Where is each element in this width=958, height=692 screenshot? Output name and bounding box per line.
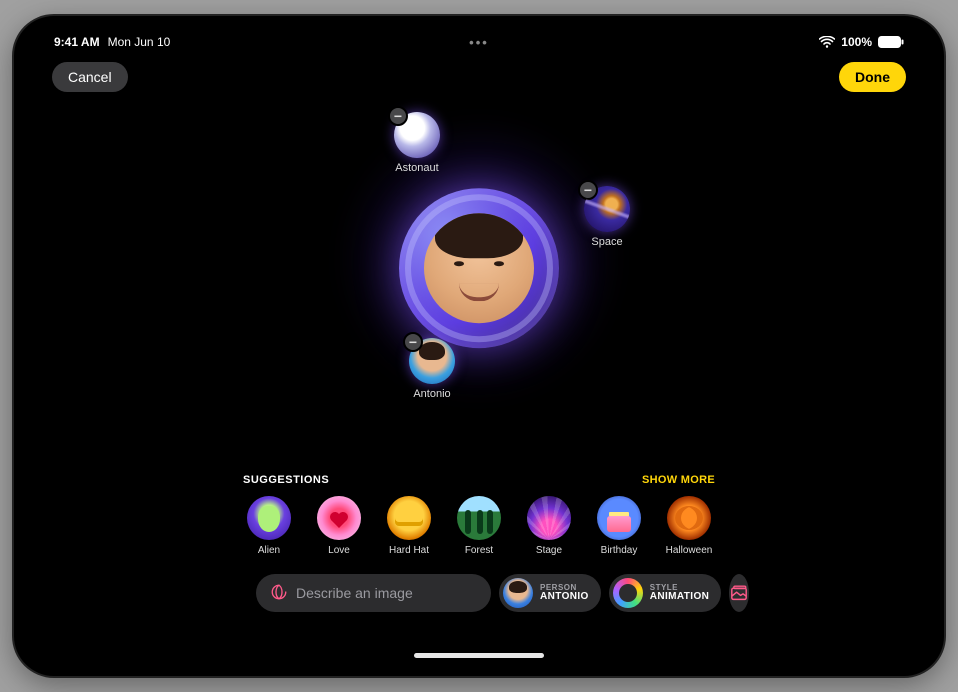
home-indicator[interactable] xyxy=(414,653,544,658)
status-date: Mon Jun 10 xyxy=(108,35,171,49)
prompt-input-wrapper[interactable] xyxy=(256,574,491,612)
person-chip-value: ANTONIO xyxy=(540,592,589,603)
show-more-button[interactable]: SHOW MORE xyxy=(642,474,715,486)
love-icon xyxy=(317,496,361,540)
suggestion-forest[interactable]: Forest xyxy=(449,496,509,556)
suggestion-stage[interactable]: Stage xyxy=(519,496,579,556)
suggestion-birthday[interactable]: Birthday xyxy=(589,496,649,556)
prompt-row: PERSON ANTONIO STYLE ANIMATION xyxy=(24,574,934,612)
cancel-button[interactable]: Cancel xyxy=(52,62,128,92)
person-avatar-icon xyxy=(503,578,533,608)
suggestion-label: Alien xyxy=(258,545,280,556)
battery-percentage: 100% xyxy=(841,35,872,49)
concept-bubble-antonio[interactable]: − Antonio xyxy=(409,338,455,384)
main-preview-bubble[interactable] xyxy=(399,188,559,348)
status-time: 9:41 AM xyxy=(54,35,100,49)
style-swatch-icon xyxy=(613,578,643,608)
forest-icon xyxy=(457,496,501,540)
style-chip-text: STYLE ANIMATION xyxy=(650,584,710,603)
status-left: 9:41 AM Mon Jun 10 xyxy=(54,35,170,49)
suggestion-hardhat[interactable]: Hard Hat xyxy=(379,496,439,556)
wifi-icon xyxy=(819,36,835,48)
remove-antonio-button[interactable]: − xyxy=(403,332,423,352)
concept-bubble-astronaut[interactable]: − Astonaut xyxy=(394,112,440,158)
photo-library-icon xyxy=(729,585,749,601)
face-illustration xyxy=(424,213,534,323)
suggestions-title: SUGGESTIONS xyxy=(243,474,329,486)
concept-label: Antonio xyxy=(413,388,450,400)
multitasking-dots-icon[interactable]: ••• xyxy=(469,35,489,50)
status-right: 100% xyxy=(819,35,904,49)
screen: 9:41 AM Mon Jun 10 ••• 100% Cancel Done xyxy=(24,26,934,666)
suggestion-love[interactable]: Love xyxy=(309,496,369,556)
birthday-icon xyxy=(597,496,641,540)
status-bar: 9:41 AM Mon Jun 10 ••• 100% xyxy=(24,32,934,52)
concept-label: Astonaut xyxy=(395,162,438,174)
playground-icon xyxy=(270,583,288,604)
suggestion-label: Hard Hat xyxy=(389,545,429,556)
done-button[interactable]: Done xyxy=(839,62,906,92)
suggestion-label: Love xyxy=(328,545,350,556)
person-chip[interactable]: PERSON ANTONIO xyxy=(499,574,601,612)
person-chip-text: PERSON ANTONIO xyxy=(540,584,589,603)
remove-space-button[interactable]: − xyxy=(578,180,598,200)
photo-library-button[interactable] xyxy=(729,574,749,612)
canvas: − Astonaut − Space − Antonio xyxy=(24,106,934,456)
stage-icon xyxy=(527,496,571,540)
suggestions-row: Alien Love Hard Hat Forest Stage xyxy=(239,496,719,556)
suggestions-header: SUGGESTIONS SHOW MORE xyxy=(239,474,719,486)
prompt-input[interactable] xyxy=(296,585,477,601)
halloween-icon xyxy=(667,496,711,540)
suggestion-label: Halloween xyxy=(666,545,713,556)
alien-icon xyxy=(247,496,291,540)
suggestion-alien[interactable]: Alien xyxy=(239,496,299,556)
suggestion-label: Forest xyxy=(465,545,493,556)
suggestion-halloween[interactable]: Halloween xyxy=(659,496,719,556)
remove-astronaut-button[interactable]: − xyxy=(388,106,408,126)
suggestion-label: Stage xyxy=(536,545,562,556)
ipad-device: 9:41 AM Mon Jun 10 ••• 100% Cancel Done xyxy=(14,16,944,676)
concept-bubble-space[interactable]: − Space xyxy=(584,186,630,232)
suggestions-section: SUGGESTIONS SHOW MORE Alien Love Hard Ha… xyxy=(24,474,934,556)
style-chip[interactable]: STYLE ANIMATION xyxy=(609,574,722,612)
style-chip-value: ANIMATION xyxy=(650,592,710,603)
top-buttons: Cancel Done xyxy=(24,62,934,92)
hardhat-icon xyxy=(387,496,431,540)
battery-icon xyxy=(878,36,904,48)
suggestion-label: Birthday xyxy=(601,545,638,556)
concept-label: Space xyxy=(591,236,622,248)
